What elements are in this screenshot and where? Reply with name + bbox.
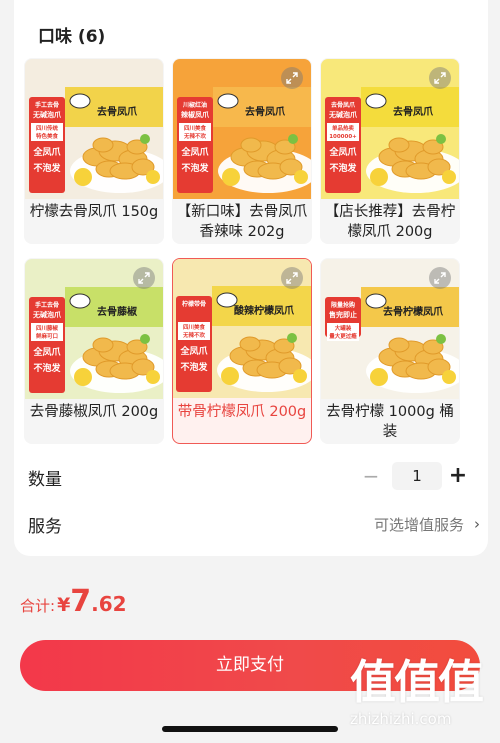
svg-text:全凤爪: 全凤爪 [32, 346, 61, 358]
total-decimal: .62 [91, 592, 127, 616]
svg-text:不泡发: 不泡发 [329, 162, 357, 174]
watermark-text: zhizhizhi.com [350, 710, 452, 728]
package-label: 酸辣柠檬凤爪 [234, 304, 295, 317]
home-indicator [162, 726, 338, 732]
currency-symbol: ¥ [57, 594, 71, 616]
svg-text:辣椒凤爪: 辣椒凤爪 [181, 110, 210, 119]
svg-text:限量抢购: 限量抢购 [331, 301, 355, 309]
flavor-option[interactable]: 酸辣柠檬凤爪 柠檬带骨四川美食 无辣不欢全凤爪不泡发带骨柠檬凤爪 200g [172, 258, 312, 444]
flavor-option-label: 【新口味】去骨凤爪香辣味 202g [176, 204, 308, 240]
package-label: 去骨凤爪 [97, 105, 138, 118]
total-integer: 7 [70, 584, 92, 619]
svg-text:无碱泡爪: 无碱泡爪 [328, 110, 358, 119]
svg-text:大罐装: 大罐装 [335, 324, 352, 332]
svg-text:单品热卖: 单品热卖 [332, 124, 355, 132]
svg-text:售完即止: 售完即止 [329, 310, 357, 319]
watermark-logo: 值值值 [350, 655, 484, 709]
flavor-option-label: 带骨柠檬凤爪 200g [177, 404, 307, 420]
svg-text:手工去骨: 手工去骨 [35, 301, 59, 309]
flavor-grid: 去骨凤爪 手工去骨 无碱泡爪 四川传统 特色美食 全凤爪 不泡发 柠檬去骨凤爪 150g 去骨凤… [24, 58, 476, 444]
svg-text:不泡发: 不泡发 [33, 362, 61, 374]
flavor-option-label: 柠檬去骨凤爪 150g [29, 204, 159, 220]
total-label: 合计: [20, 597, 56, 615]
svg-text:四川传统: 四川传统 [36, 124, 59, 132]
svg-text:全凤爪: 全凤爪 [179, 345, 208, 357]
flavor-option-label: 去骨柠檬 1000g 桶装 [326, 404, 454, 440]
svg-text:四川美食: 四川美食 [183, 323, 206, 331]
expand-icon[interactable] [429, 67, 451, 89]
svg-text:手工去骨: 手工去骨 [35, 101, 59, 109]
flavor-section-title: 口味 (6) [38, 27, 106, 47]
flavor-option[interactable]: 去骨凤爪 手工去骨 无碱泡爪四川传统 特色美食全凤爪不泡发柠檬去骨凤爪 150g [24, 58, 164, 244]
flavor-option-label: 【店长推荐】去骨柠檬凤爪 200g [324, 204, 456, 240]
svg-text:不泡发: 不泡发 [180, 361, 208, 373]
expand-icon[interactable] [133, 267, 155, 289]
order-total: 合计: ¥7.62 [20, 584, 127, 624]
package-label: 去骨柠檬凤爪 [383, 305, 444, 318]
svg-text:无辣不欢: 无辣不欢 [183, 132, 207, 140]
product-thumbnail: 去骨凤爪 手工去骨 无碱泡爪四川传统 特色美食全凤爪不泡发 [25, 59, 163, 199]
quantity-row: 数量 − 1 + [24, 461, 486, 491]
svg-text:量大更过瘾: 量大更过瘾 [329, 332, 357, 340]
chevron-right-icon[interactable]: › [474, 515, 480, 533]
expand-icon[interactable] [281, 67, 303, 89]
svg-text:100000+: 100000+ [329, 134, 357, 140]
package-label: 去骨凤爪 [393, 105, 434, 118]
plus-icon[interactable]: + [448, 464, 468, 488]
svg-text:全凤爪: 全凤爪 [180, 146, 209, 158]
service-label: 服务 [28, 517, 62, 537]
svg-text:不泡发: 不泡发 [33, 162, 61, 174]
package-label: 去骨藤椒 [97, 305, 138, 318]
svg-text:四川美食: 四川美食 [184, 124, 207, 132]
service-value[interactable]: 可选增值服务 [374, 514, 464, 535]
flavor-option[interactable]: 去骨凤爪 去骨凤爪 无碱泡爪 单品热卖 100000+ 全凤爪 不泡发 【店长推荐】去骨柠檬凤… [320, 58, 460, 244]
flavor-option[interactable]: 去骨藤椒 手工去骨 无碱泡爪四川藤椒 鲜麻可口全凤爪不泡发去骨藤椒凤爪 200g [24, 258, 164, 444]
svg-text:川椒红油: 川椒红油 [182, 101, 207, 109]
svg-text:无碱泡爪: 无碱泡爪 [32, 310, 62, 319]
svg-text:去骨凤爪: 去骨凤爪 [331, 101, 356, 109]
svg-text:全凤爪: 全凤爪 [328, 146, 357, 158]
watermark: 值值值 zhizhizhi.com [350, 656, 492, 740]
svg-text:无碱泡爪: 无碱泡爪 [32, 110, 62, 119]
minus-icon[interactable]: − [362, 465, 380, 487]
svg-text:柠檬带骨: 柠檬带骨 [182, 300, 206, 308]
svg-text:四川藤椒: 四川藤椒 [36, 324, 59, 332]
flavor-option[interactable]: 去骨柠檬凤爪 限量抢购 售完即止大罐装 量大更过瘾去骨柠檬 1000g 桶装 [320, 258, 460, 444]
quantity-label: 数量 [28, 470, 62, 490]
expand-icon[interactable] [429, 267, 451, 289]
flavor-option[interactable]: 去骨凤爪 川椒红油 辣椒凤爪四川美食 无辣不欢全凤爪不泡发【新口味】去骨凤爪香辣味 2… [172, 58, 312, 244]
service-row[interactable]: 服务 可选增值服务 › [24, 508, 486, 538]
svg-text:鲜麻可口: 鲜麻可口 [36, 332, 58, 340]
svg-text:全凤爪: 全凤爪 [32, 146, 61, 158]
quantity-input[interactable]: 1 [392, 462, 442, 490]
svg-text:不泡发: 不泡发 [181, 162, 209, 174]
quantity-stepper: − 1 + [362, 461, 468, 491]
flavor-option-label: 去骨藤椒凤爪 200g [29, 404, 159, 420]
expand-icon[interactable] [281, 267, 303, 289]
package-label: 去骨凤爪 [245, 105, 286, 118]
svg-text:无辣不欢: 无辣不欢 [182, 331, 206, 339]
svg-text:特色美食: 特色美食 [36, 132, 59, 140]
